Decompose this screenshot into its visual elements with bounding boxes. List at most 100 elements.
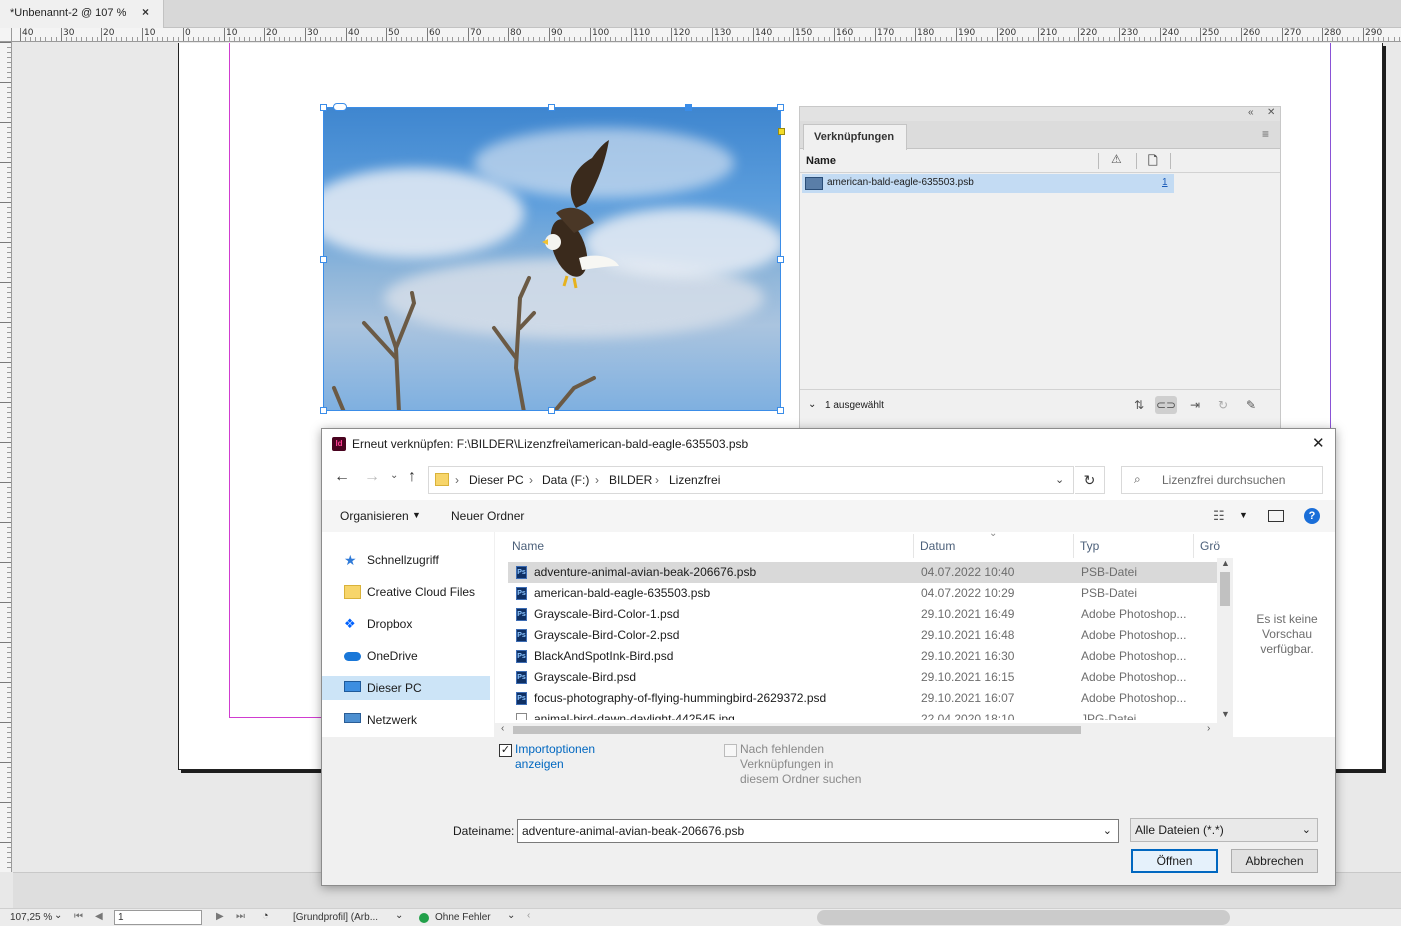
frame-handle-bl[interactable] xyxy=(320,407,327,414)
last-page-icon[interactable]: ⏭ xyxy=(236,911,245,922)
column-type[interactable]: Typ xyxy=(1080,539,1099,553)
close-tab-icon[interactable]: × xyxy=(142,5,149,19)
scroll-right-icon[interactable]: › xyxy=(1207,723,1210,734)
nav-item-dropbox[interactable]: ❖ Dropbox xyxy=(322,612,490,636)
content-grabber-handle[interactable] xyxy=(685,104,692,111)
scroll-left-icon[interactable]: ‹ xyxy=(527,910,530,921)
link-row[interactable]: american-bald-eagle-635503.psb 1 xyxy=(802,174,1174,193)
link-page-number[interactable]: 1 xyxy=(1162,177,1168,188)
horizontal-ruler[interactable]: 40 30 20 10 0 10 20 30 40 50 60 70 80 90 100 110 120 130 1… xyxy=(12,28,1401,42)
relink-from-cc-icon[interactable]: ⇅ xyxy=(1128,396,1150,414)
open-button[interactable]: Öffnen xyxy=(1131,849,1218,873)
text-wrap-handle[interactable] xyxy=(778,128,785,135)
close-dialog-icon[interactable]: ✕ xyxy=(1312,434,1325,452)
ruler-origin[interactable] xyxy=(0,28,12,42)
column-name[interactable]: Name xyxy=(512,539,544,553)
nav-item-network[interactable]: Netzwerk xyxy=(322,708,490,732)
new-folder-button[interactable]: Neuer Ordner xyxy=(451,509,524,523)
cancel-button[interactable]: Abbrechen xyxy=(1231,849,1318,873)
go-to-link-icon[interactable]: ⇥ xyxy=(1184,396,1206,414)
up-arrow-icon[interactable]: ↑ xyxy=(408,468,416,486)
preflight-status[interactable]: Ohne Fehler xyxy=(435,912,491,923)
recent-locations-icon[interactable]: ⌄ xyxy=(390,470,398,481)
file-row[interactable]: Ps focus-photography-of-flying-hummingbi… xyxy=(508,688,1218,709)
previous-page-icon[interactable]: ◀ xyxy=(95,911,103,922)
horizontal-scrollbar[interactable]: ‹ › xyxy=(495,723,1233,737)
tab-links[interactable]: Verknüpfungen xyxy=(803,124,907,150)
breadcrumb-item[interactable]: Lizenzfrei xyxy=(669,473,720,487)
chevron-down-icon[interactable]: ⌄ xyxy=(808,399,816,410)
frame-handle-tr[interactable] xyxy=(777,104,784,111)
column-date[interactable]: Datum xyxy=(920,539,955,553)
search-missing-checkbox[interactable] xyxy=(724,744,737,757)
horizontal-scroll-thumb[interactable] xyxy=(817,910,1230,925)
chevron-down-icon[interactable]: ▼ xyxy=(412,510,421,520)
chevron-down-icon[interactable]: ⌄ xyxy=(54,910,62,921)
page-column-icon[interactable]: 🗋 xyxy=(1148,152,1158,173)
vertical-scrollbar[interactable]: ▲ ▼ xyxy=(1217,558,1233,723)
breadcrumb-item[interactable]: Dieser PC xyxy=(469,473,524,487)
scroll-down-icon[interactable]: ▼ xyxy=(1221,709,1230,719)
file-row[interactable]: Ps american-bald-eagle-635503.psb 04.07.… xyxy=(508,583,1218,604)
filename-input[interactable]: adventure-animal-avian-beak-206676.psb ⌄ xyxy=(517,819,1119,843)
file-row-partial[interactable]: animal-bird-dawn-daylight-442545.jpg 22.… xyxy=(508,709,1218,720)
scroll-left-icon[interactable]: ‹ xyxy=(501,723,504,734)
frame-handle-tl[interactable] xyxy=(320,104,327,111)
chevron-down-icon[interactable]: ⌄ xyxy=(507,910,515,921)
page-number-field[interactable]: 1 xyxy=(114,910,202,925)
nav-item-quick-access[interactable]: ★ Schnellzugriff xyxy=(322,548,490,572)
breadcrumb-item[interactable]: Data (F:) xyxy=(542,473,589,487)
nav-item-onedrive[interactable]: OneDrive xyxy=(322,644,490,668)
image-frame[interactable] xyxy=(323,107,781,411)
scroll-up-icon[interactable]: ▲ xyxy=(1221,558,1230,568)
close-panel-icon[interactable]: ✕ xyxy=(1267,107,1275,118)
chevron-down-icon[interactable]: ⌄ xyxy=(1103,820,1112,842)
collapse-panel-icon[interactable]: « xyxy=(1248,107,1254,118)
column-size[interactable]: Grö xyxy=(1200,539,1220,553)
preflight-profile-icon[interactable]: ◔ xyxy=(262,910,269,922)
import-options-label[interactable]: Importoptionen anzeigen xyxy=(515,742,615,772)
nav-item-this-pc[interactable]: Dieser PC xyxy=(322,676,490,700)
scroll-thumb[interactable] xyxy=(1220,572,1230,606)
chevron-down-icon[interactable]: ▼ xyxy=(1239,510,1248,520)
frame-handle-tc[interactable] xyxy=(548,104,555,111)
breadcrumb-item[interactable]: BILDER xyxy=(609,473,652,487)
frame-handle-br[interactable] xyxy=(777,407,784,414)
frame-handle-bc[interactable] xyxy=(548,407,555,414)
first-page-icon[interactable]: ⏮ xyxy=(74,911,83,922)
link-badge-icon[interactable] xyxy=(333,103,347,111)
status-warning-icon[interactable]: ⚠ xyxy=(1111,152,1122,166)
zoom-level[interactable]: 107,25 % xyxy=(10,912,52,923)
import-options-checkbox[interactable]: ✓ xyxy=(499,744,512,757)
file-row[interactable]: Ps Grayscale-Bird-Color-1.psd 29.10.2021… xyxy=(508,604,1218,625)
panel-menu-icon[interactable]: ≡ xyxy=(1262,127,1269,141)
column-name[interactable]: Name xyxy=(806,155,836,167)
address-dropdown-icon[interactable]: ⌄ xyxy=(1055,473,1064,486)
document-tab[interactable]: *Unbenannt-2 @ 107 % xyxy=(0,0,164,28)
help-icon[interactable]: ? xyxy=(1304,508,1320,524)
relink-icon[interactable]: ⊂⊃ xyxy=(1155,396,1177,414)
file-row-selected[interactable]: Ps adventure-animal-avian-beak-206676.ps… xyxy=(508,562,1218,583)
vertical-ruler[interactable] xyxy=(0,42,12,872)
nav-item-creative-cloud[interactable]: Creative Cloud Files xyxy=(322,580,490,604)
view-options-icon[interactable]: ☷ xyxy=(1213,508,1225,524)
back-arrow-icon[interactable]: ← xyxy=(334,468,350,486)
forward-arrow-icon[interactable]: → xyxy=(364,468,380,486)
search-input[interactable]: ⌕ Lizenzfrei durchsuchen xyxy=(1121,466,1323,494)
frame-handle-mr[interactable] xyxy=(777,256,784,263)
filetype-select[interactable]: Alle Dateien (*.*) ⌄ xyxy=(1130,818,1318,842)
edit-original-icon[interactable]: ✎ xyxy=(1240,396,1262,414)
frame-handle-ml[interactable] xyxy=(320,256,327,263)
organize-menu[interactable]: Organisieren xyxy=(340,509,409,523)
chevron-down-icon[interactable]: ⌄ xyxy=(395,910,403,921)
scroll-thumb[interactable] xyxy=(513,726,1081,734)
next-page-icon[interactable]: ▶ xyxy=(216,911,224,922)
file-row[interactable]: Ps Grayscale-Bird-Color-2.psd 29.10.2021… xyxy=(508,625,1218,646)
preflight-profile[interactable]: [Grundprofil] (Arb... xyxy=(293,912,378,923)
file-row[interactable]: Ps BlackAndSpotInk-Bird.psd 29.10.2021 1… xyxy=(508,646,1218,667)
update-link-icon[interactable]: ↻ xyxy=(1212,396,1234,414)
chevron-down-icon[interactable]: ⌄ xyxy=(1302,819,1311,841)
preview-pane-icon[interactable] xyxy=(1268,510,1284,522)
address-bar[interactable]: › Dieser PC › Data (F:) › BILDER › Lizen… xyxy=(428,466,1074,494)
refresh-icon[interactable]: ↻ xyxy=(1075,466,1105,494)
